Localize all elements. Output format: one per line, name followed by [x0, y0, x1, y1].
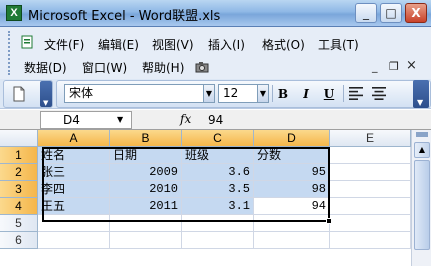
cell-d2[interactable]: 95 [254, 164, 330, 181]
camera-icon[interactable] [195, 60, 209, 74]
cell-c2[interactable]: 3.6 [182, 164, 254, 181]
align-left-icon[interactable] [349, 87, 363, 100]
menu-insert[interactable]: 插入(I) [208, 36, 245, 53]
toolbar-options-chevron[interactable]: ▼ [413, 80, 429, 108]
cell-e5[interactable] [330, 215, 411, 232]
menu-help[interactable]: 帮助(H) [142, 59, 184, 76]
minimize-button[interactable]: _ [355, 3, 377, 23]
row-header-5[interactable]: 5 [0, 215, 38, 232]
cell-c1[interactable]: 班级 [182, 147, 254, 164]
cell-e2[interactable] [330, 164, 411, 181]
formula-bar: D4 ▼ fx 94 [0, 110, 431, 130]
row-header-1[interactable]: 1 [0, 147, 38, 164]
scroll-thumb[interactable] [414, 160, 430, 250]
align-center-icon[interactable] [372, 87, 386, 100]
row-header-6[interactable]: 6 [0, 232, 38, 249]
column-header-b[interactable]: B [110, 130, 182, 147]
insert-function-icon[interactable]: fx [180, 112, 191, 126]
row-header-3[interactable]: 3 [0, 181, 38, 198]
cell-e3[interactable] [330, 181, 411, 198]
font-name-dropdown-icon[interactable]: ▼ [203, 84, 215, 103]
doc-icon [21, 35, 33, 49]
column-header-c[interactable]: C [182, 130, 254, 147]
standard-toolbar-band: ▼ [3, 80, 53, 108]
chevron-down-icon: ▼ [417, 98, 424, 107]
scroll-up-icon[interactable]: ▲ [414, 142, 430, 158]
cell-c5[interactable] [182, 215, 254, 232]
doc-restore-button[interactable]: ❐ [389, 60, 399, 73]
toolbar-options-chevron[interactable]: ▼ [40, 81, 52, 107]
cell-e4[interactable] [330, 198, 411, 215]
menu-edit[interactable]: 编辑(E) [98, 36, 139, 53]
cell-d6[interactable] [254, 232, 330, 249]
new-document-icon[interactable] [12, 86, 26, 102]
cell-b1[interactable]: 日期 [110, 147, 182, 164]
menu-bar: 文件(F) 编辑(E) 视图(V) 插入(I) 格式(O) 工具(T) 数据(D… [0, 27, 431, 79]
chevron-down-icon: ▼ [43, 99, 49, 107]
name-box-dropdown-icon[interactable]: ▼ [117, 115, 123, 124]
title-bar: X Microsoft Excel - Word联盟.xls _ □ X [0, 0, 431, 27]
fill-handle[interactable] [326, 218, 332, 224]
cell-d5[interactable] [254, 215, 330, 232]
font-name-select[interactable]: 宋体 [64, 84, 204, 103]
cell-b4[interactable]: 2011 [110, 198, 182, 215]
menu-view[interactable]: 视图(V) [152, 36, 194, 53]
cell-b2[interactable]: 2009 [110, 164, 182, 181]
cell-b5[interactable] [110, 215, 182, 232]
column-header-e[interactable]: E [330, 130, 411, 147]
font-size-dropdown-icon[interactable]: ▼ [257, 84, 269, 103]
menu-window[interactable]: 窗口(W) [82, 59, 127, 76]
cell-c3[interactable]: 3.5 [182, 181, 254, 198]
row-header-2[interactable]: 2 [0, 164, 38, 181]
window-title: Microsoft Excel - Word联盟.xls [28, 9, 221, 24]
cell-c6[interactable] [182, 232, 254, 249]
column-header-a[interactable]: A [38, 130, 110, 147]
bold-button[interactable]: B [273, 85, 293, 103]
menu-data[interactable]: 数据(D) [24, 59, 67, 76]
formula-input[interactable]: 94 [208, 113, 223, 127]
cell-b6[interactable] [110, 232, 182, 249]
cell-a1[interactable]: 姓名 [38, 147, 110, 164]
cell-a6[interactable] [38, 232, 110, 249]
split-box[interactable] [416, 132, 428, 137]
cell-b3[interactable]: 2010 [110, 181, 182, 198]
underline-button[interactable]: U [319, 85, 339, 103]
cell-a5[interactable] [38, 215, 110, 232]
font-size-select[interactable]: 12 [218, 84, 258, 103]
close-button[interactable]: X [405, 3, 427, 23]
cell-a2[interactable]: 张三 [38, 164, 110, 181]
cell-d1[interactable]: 分数 [254, 147, 330, 164]
menu-grip[interactable] [8, 31, 12, 75]
worksheet-grid[interactable]: A B C D E 1 2 3 4 5 6 姓名 日期 班级 分数 张三 200… [0, 130, 431, 266]
menu-file[interactable]: 文件(F) [44, 36, 84, 53]
maximize-button[interactable]: □ [380, 3, 402, 23]
cell-d4-active[interactable]: 94 [254, 198, 330, 215]
formatting-toolbar: ▼ 宋体 ▼ 12 ▼ B I U ▼ [0, 79, 431, 109]
excel-icon: X [6, 5, 22, 21]
doc-close-button[interactable]: × [406, 58, 417, 73]
italic-button[interactable]: I [296, 85, 316, 103]
doc-minimize-button[interactable]: _ [372, 60, 378, 73]
row-header-4[interactable]: 4 [0, 198, 38, 215]
select-all-button[interactable] [0, 130, 38, 147]
cell-e6[interactable] [330, 232, 411, 249]
menu-format[interactable]: 格式(O) [262, 36, 305, 53]
vertical-scrollbar[interactable]: ▲ [411, 130, 431, 266]
column-header-d[interactable]: D [254, 130, 330, 147]
menu-tools[interactable]: 工具(T) [318, 36, 359, 53]
cell-c4[interactable]: 3.1 [182, 198, 254, 215]
cell-d3[interactable]: 98 [254, 181, 330, 198]
cell-e1[interactable] [330, 147, 411, 164]
toolbar-separator [343, 85, 344, 102]
cell-a3[interactable]: 李四 [38, 181, 110, 198]
cell-a4[interactable]: 王五 [38, 198, 110, 215]
